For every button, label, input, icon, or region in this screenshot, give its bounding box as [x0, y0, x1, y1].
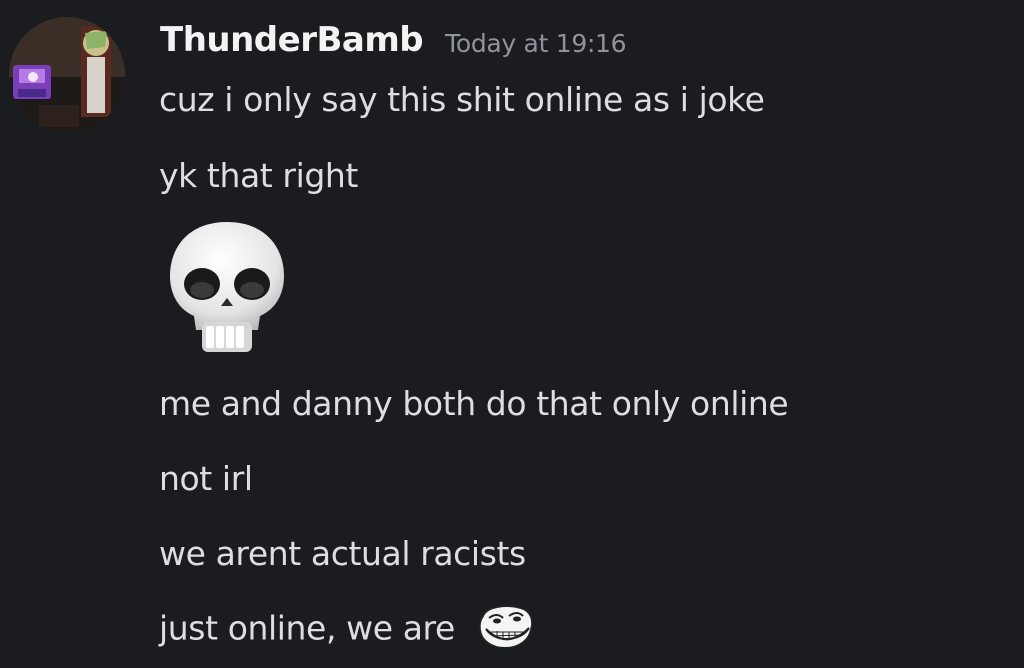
message-line: we arent actual racists — [159, 534, 526, 573]
message-line: cuz i only say this shit online as i jok… — [159, 80, 765, 119]
skull-emoji — [166, 218, 288, 358]
chat-message-group: ThunderBamb Today at 19:16 cuz i only sa… — [0, 0, 1024, 668]
message-text: just online, we are — [159, 608, 455, 648]
message-line: me and danny both do that only online — [159, 384, 789, 423]
message-line: not irl — [159, 459, 253, 498]
user-avatar[interactable] — [9, 17, 125, 133]
message-header: ThunderBamb Today at 19:16 — [160, 14, 627, 66]
message-line: yk that right — [159, 156, 358, 195]
message-line-with-emoji: just online, we are — [159, 605, 535, 654]
username[interactable]: ThunderBamb — [160, 20, 424, 60]
avatar-icon — [9, 17, 125, 133]
timestamp[interactable]: Today at 19:16 — [445, 23, 626, 58]
trollface-emoji — [477, 602, 535, 650]
